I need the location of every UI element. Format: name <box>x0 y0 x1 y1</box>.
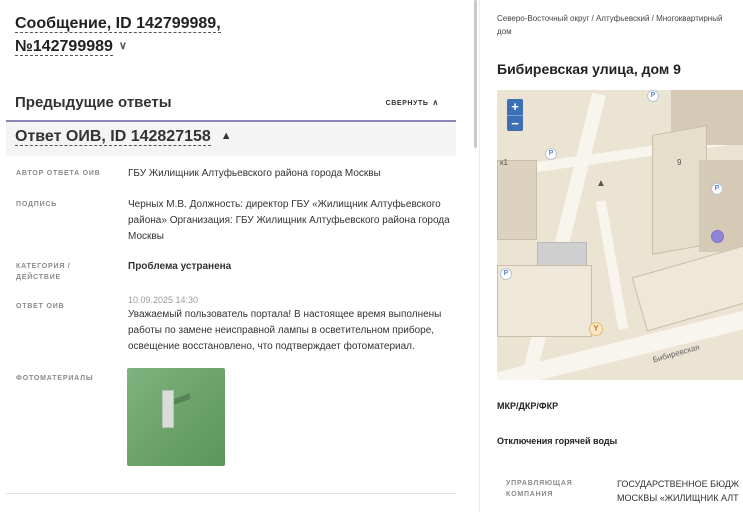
zoom-in-button[interactable]: + <box>507 99 523 115</box>
map-building <box>537 242 587 266</box>
previous-answers-header: Предыдущие ответы СВЕРНУТЬ ∧ <box>15 92 455 120</box>
bottom-divider <box>6 493 456 494</box>
zoom-out-button[interactable]: − <box>507 115 523 131</box>
lamp-shadow <box>174 393 190 405</box>
signature-label: ПОДПИСЬ <box>16 201 58 208</box>
category-label: КАТЕГОРИЯ / ДЕЙСТВИЕ <box>16 263 71 281</box>
message-title-line1: Сообщение, ID 142799989, <box>15 15 221 33</box>
answer-header[interactable]: Ответ ОИВ, ID 142827158 ▲ <box>6 122 456 156</box>
hot-water-section-title: Отключения горячей воды <box>497 436 618 446</box>
author-label: АВТОР ОТВЕТА ОИВ <box>16 170 101 177</box>
management-value-line1: ГОСУДАРСТВЕННОЕ БЮДЖ <box>617 479 740 489</box>
previous-answers-title: Предыдущие ответы <box>15 94 172 111</box>
breadcrumb[interactable]: Северо-Восточный округ / Алтуфьевский / … <box>497 12 737 38</box>
location-marker[interactable] <box>711 230 724 243</box>
map-building <box>497 160 537 240</box>
cafe-icon[interactable]: Y <box>589 322 603 336</box>
response-date: 10.09.2025 14:30 <box>128 295 199 305</box>
caret-up-icon[interactable]: ▲ <box>221 130 232 142</box>
map-zoom-control: + − <box>507 99 523 131</box>
collapse-button[interactable]: СВЕРНУТЬ ∧ <box>386 98 439 107</box>
building-k1-label: к1 <box>500 158 508 167</box>
answer-title-text: Ответ ОИВ, ID 142827158 <box>15 128 211 146</box>
map-road <box>595 200 629 330</box>
management-value: ГОСУДАРСТВЕННОЕ БЮДЖ МОСКВЫ «ЖИЛИЩНИК АЛ… <box>617 477 743 505</box>
response-text: Уважаемый пользователь портала! В настоя… <box>128 309 442 352</box>
signature-value: Черных М.В. Должность: директор ГБУ «Жил… <box>128 199 450 242</box>
parking-icon[interactable]: P <box>545 148 557 160</box>
building-number-label: 9 <box>677 158 682 167</box>
message-panel: Сообщение, ID 142799989, №142799989 ∨ Пре… <box>0 0 470 512</box>
parking-icon[interactable]: P <box>711 183 723 195</box>
chevron-down-icon[interactable]: ∨ <box>119 35 127 57</box>
map[interactable]: + − к1 9 ▲ P P P P Y Бибиревская <box>497 90 743 380</box>
lamp-image <box>162 390 174 428</box>
photo-label: ФОТОМАТЕРИАЛЫ <box>16 375 94 382</box>
message-title[interactable]: Сообщение, ID 142799989, №142799989 ∨ <box>15 13 315 58</box>
chevron-up-icon: ∧ <box>432 98 439 107</box>
parking-icon[interactable]: P <box>647 90 659 102</box>
management-company-row: УПРАВЛЯЮЩАЯ КОМПАНИЯ ГОСУДАРСТВЕННОЕ БЮД… <box>497 463 743 512</box>
parking-icon[interactable]: P <box>500 268 512 280</box>
mkr-section-title: МКР/ДКР/ФКР <box>497 401 559 411</box>
address-panel: Северо-Восточный округ / Алтуфьевский / … <box>480 0 743 512</box>
photo-thumbnail[interactable] <box>127 368 225 466</box>
left-scrollbar[interactable] <box>474 0 477 148</box>
address-title: Бибиревская улица, дом 9 <box>497 61 681 77</box>
collapse-label: СВЕРНУТЬ <box>385 100 429 107</box>
monument-icon: ▲ <box>596 178 606 189</box>
author-value: ГБУ Жилищник Алтуфьевского района города… <box>128 168 381 179</box>
management-label: УПРАВЛЯЮЩАЯ КОМПАНИЯ <box>506 480 573 498</box>
message-title-line2: №142799989 <box>15 38 113 56</box>
response-label: ОТВЕТ ОИВ <box>16 303 65 310</box>
category-value: Проблема устранена <box>128 261 232 272</box>
response-block: 10.09.2025 14:30 Уважаемый пользователь … <box>128 293 453 355</box>
management-value-line2: МОСКВЫ «ЖИЛИЩНИК АЛТ <box>617 493 739 503</box>
answer-title[interactable]: Ответ ОИВ, ID 142827158 ▲ <box>15 128 232 146</box>
